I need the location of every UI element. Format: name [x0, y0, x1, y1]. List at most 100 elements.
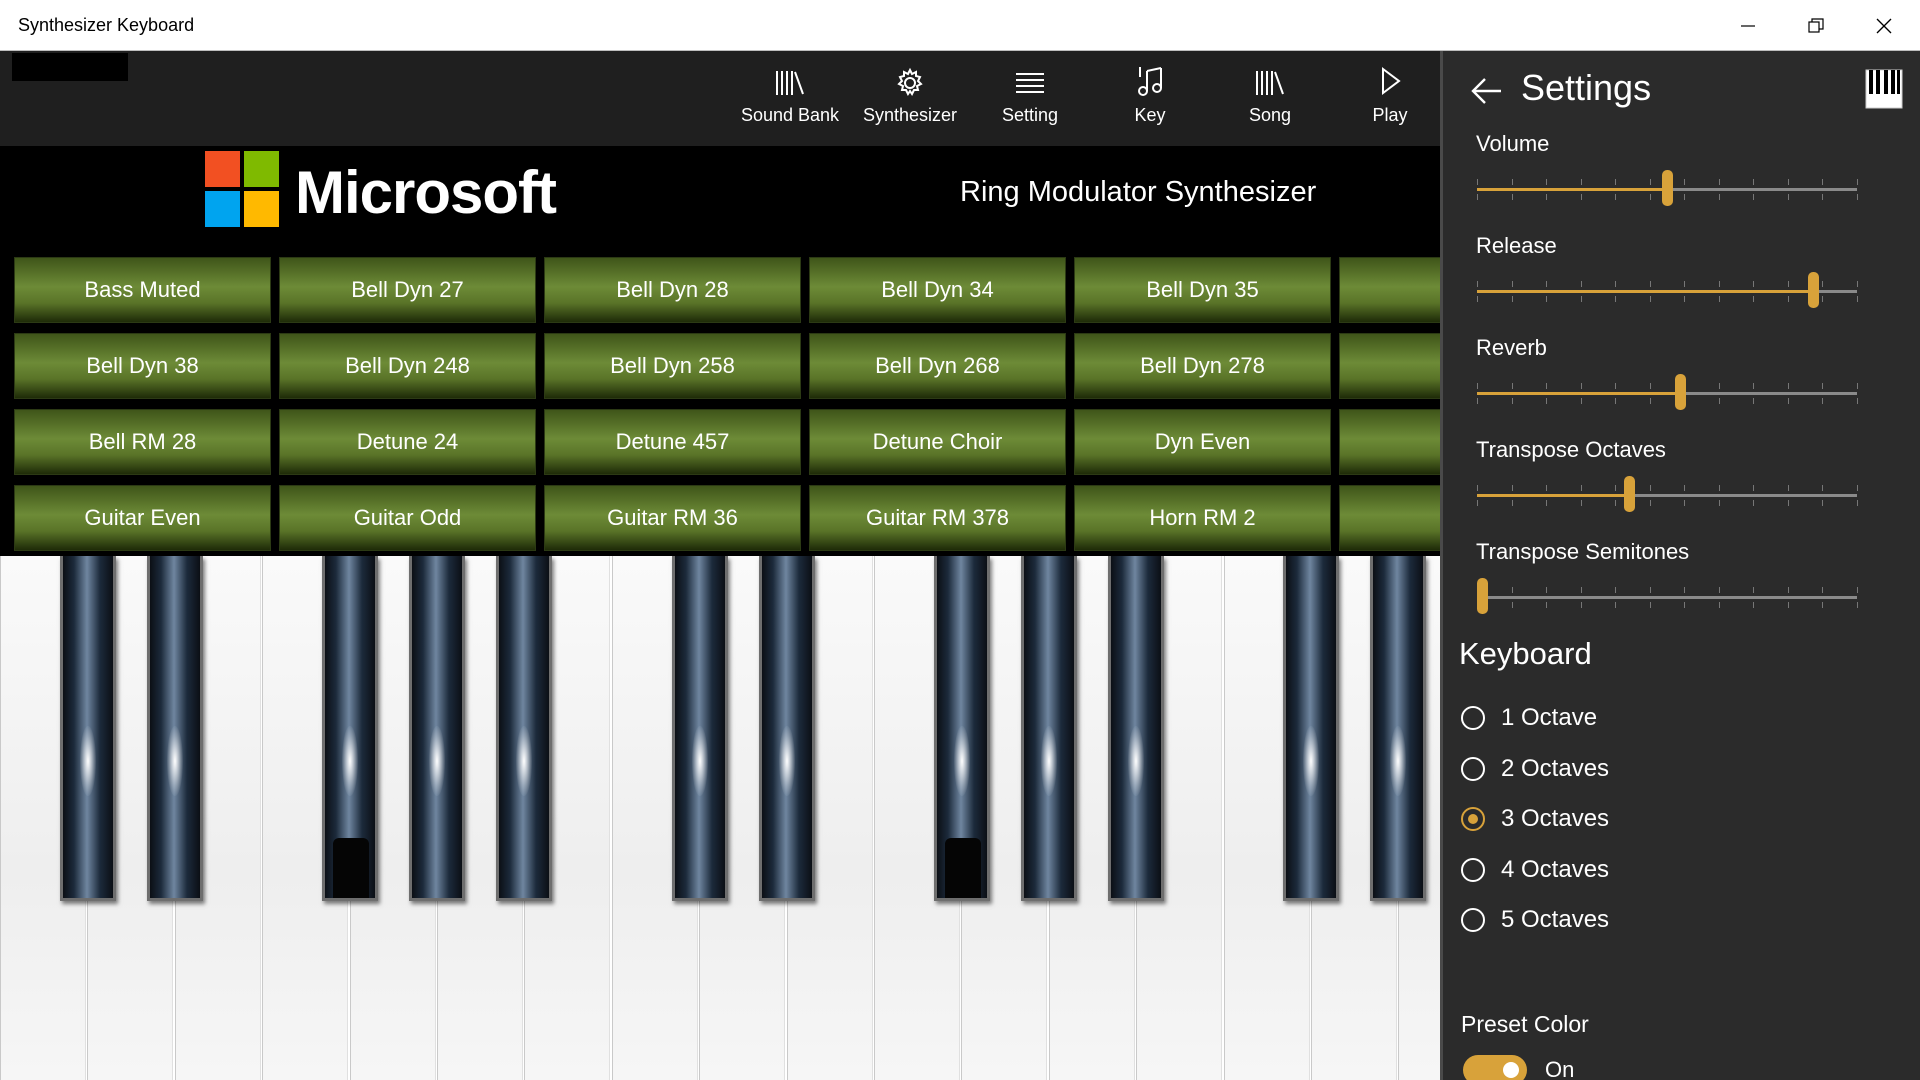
slider-tick	[1718, 602, 1720, 608]
synthesizer-button[interactable]: Synthesizer	[855, 61, 965, 141]
preset-button[interactable]: Bell Dyn 35	[1074, 257, 1331, 323]
minimize-button[interactable]	[1714, 0, 1782, 51]
slider-tick	[1753, 383, 1755, 389]
black-key[interactable]	[1021, 556, 1077, 901]
synth-name: Ring Modulator Synthesizer	[960, 176, 1317, 208]
key-highlight	[342, 726, 358, 796]
preset-button[interactable]: Bell Dyn 268	[809, 333, 1066, 399]
octave-radio[interactable]: 5 Octaves	[1461, 904, 1609, 936]
radio-label: 1 Octave	[1501, 704, 1598, 731]
sound-bank-button[interactable]: Sound Bank	[735, 61, 845, 141]
setting-button[interactable]: Setting	[975, 61, 1085, 141]
black-key[interactable]	[322, 556, 378, 901]
slider-tick	[1822, 383, 1824, 389]
radio-circle[interactable]	[1461, 706, 1485, 730]
radio-circle[interactable]	[1461, 908, 1485, 932]
radio-circle[interactable]	[1461, 807, 1485, 831]
preset-button[interactable]: Bell Dyn 278	[1074, 333, 1331, 399]
slider-tick	[1511, 296, 1513, 302]
slider[interactable]	[1477, 170, 1858, 206]
preset-button[interactable]: Be	[1339, 257, 1440, 323]
slider-tick	[1477, 398, 1478, 404]
octave-radio[interactable]: 3 Octaves	[1461, 803, 1609, 835]
slider-tick	[1787, 383, 1789, 389]
preset-color-toggle[interactable]	[1463, 1055, 1527, 1080]
preset-button[interactable]: Bell Dyn 38	[14, 333, 271, 399]
song-button[interactable]: Song	[1215, 61, 1325, 141]
black-key[interactable]	[1283, 556, 1339, 901]
preset-button[interactable]: Dyn Even	[1074, 409, 1331, 475]
slider-tick	[1615, 398, 1617, 404]
slider[interactable]	[1477, 374, 1858, 410]
black-key[interactable]	[147, 556, 203, 901]
slider-thumb[interactable]	[1808, 272, 1820, 308]
preset-button[interactable]: Bell Dyn 27	[279, 257, 536, 323]
black-key[interactable]	[759, 556, 815, 901]
slider-tick	[1477, 383, 1478, 389]
preset-button[interactable]: Guitar Odd	[279, 485, 536, 551]
preset-button[interactable]: Be	[1339, 333, 1440, 399]
slider-thumb[interactable]	[1662, 170, 1673, 206]
key-button[interactable]: Key	[1095, 61, 1205, 141]
restore-button[interactable]	[1782, 0, 1850, 51]
slider-tick	[1477, 500, 1478, 506]
back-arrow-icon[interactable]	[1469, 73, 1505, 109]
play-button[interactable]: Play	[1335, 61, 1440, 141]
banner: Microsoft Ring Modulator Synthesizer	[0, 146, 1440, 250]
preset-button[interactable]: Detune Choir	[809, 409, 1066, 475]
black-key[interactable]	[1370, 556, 1426, 901]
slider-tick	[1753, 500, 1755, 506]
slider-tick	[1649, 398, 1651, 404]
slider[interactable]	[1477, 476, 1858, 512]
preset-button[interactable]: Detune 24	[279, 409, 536, 475]
preset-button[interactable]: Bell Dyn 248	[279, 333, 536, 399]
slider-tick	[1477, 194, 1478, 200]
slider-tick	[1615, 383, 1617, 389]
slider[interactable]	[1477, 578, 1858, 614]
preset-button[interactable]: Guitar RM 36	[544, 485, 801, 551]
piano-icon[interactable]	[1865, 69, 1903, 109]
settings-panel: Settings Keyboard Preset Color On Volume…	[1440, 51, 1920, 1080]
slider-thumb[interactable]	[1624, 476, 1635, 512]
preset-button[interactable]: Detune 457	[544, 409, 801, 475]
black-key[interactable]	[496, 556, 552, 901]
close-button[interactable]	[1850, 0, 1918, 51]
slider-thumb[interactable]	[1675, 374, 1687, 410]
radio-circle[interactable]	[1461, 756, 1485, 781]
black-key[interactable]	[1108, 556, 1164, 901]
black-key[interactable]	[934, 556, 990, 901]
preset-button[interactable]: Bass Muted	[14, 257, 271, 323]
octave-radio[interactable]: 2 Octaves	[1461, 753, 1609, 785]
preset-button[interactable]: Guitar Even	[14, 485, 271, 551]
octave-radio[interactable]: 4 Octaves	[1461, 854, 1609, 886]
black-key[interactable]	[409, 556, 465, 901]
preset-button[interactable]: Bell Dyn 28	[544, 257, 801, 323]
preset-button[interactable]: D	[1339, 409, 1440, 475]
settings-title: Settings	[1521, 67, 1652, 108]
preset-button[interactable]: Horn RM 2	[1074, 485, 1331, 551]
slider-label: Reverb	[1476, 335, 1547, 360]
preset-button[interactable]: Bell Dyn 34	[809, 257, 1066, 323]
black-key[interactable]	[60, 556, 116, 901]
slider-tick	[1857, 587, 1858, 593]
slider-tick	[1857, 602, 1858, 608]
slider-fill	[1477, 188, 1667, 191]
black-key[interactable]	[672, 556, 728, 901]
main-area: Sound Bank Synthesizer Setting Key Song …	[0, 51, 1440, 1080]
slider-tick	[1580, 194, 1582, 200]
octave-radio[interactable]: 1 Octave	[1461, 702, 1597, 734]
radio-circle[interactable]	[1461, 857, 1485, 882]
preset-button[interactable]: Ho	[1339, 485, 1440, 551]
slider-tick	[1546, 383, 1548, 389]
preset-button[interactable]: Bell Dyn 258	[544, 333, 801, 399]
preset-button[interactable]: Guitar RM 378	[809, 485, 1066, 551]
slider-tick	[1649, 281, 1651, 287]
close-icon	[1876, 18, 1892, 33]
pressed-indicator	[945, 838, 981, 898]
slider[interactable]	[1477, 272, 1858, 308]
slider-tick	[1649, 500, 1651, 506]
preset-button[interactable]: Bell RM 28	[14, 409, 271, 475]
slider-thumb[interactable]	[1477, 578, 1488, 614]
song-label: Song	[1248, 105, 1292, 125]
slider-tick	[1787, 281, 1789, 287]
